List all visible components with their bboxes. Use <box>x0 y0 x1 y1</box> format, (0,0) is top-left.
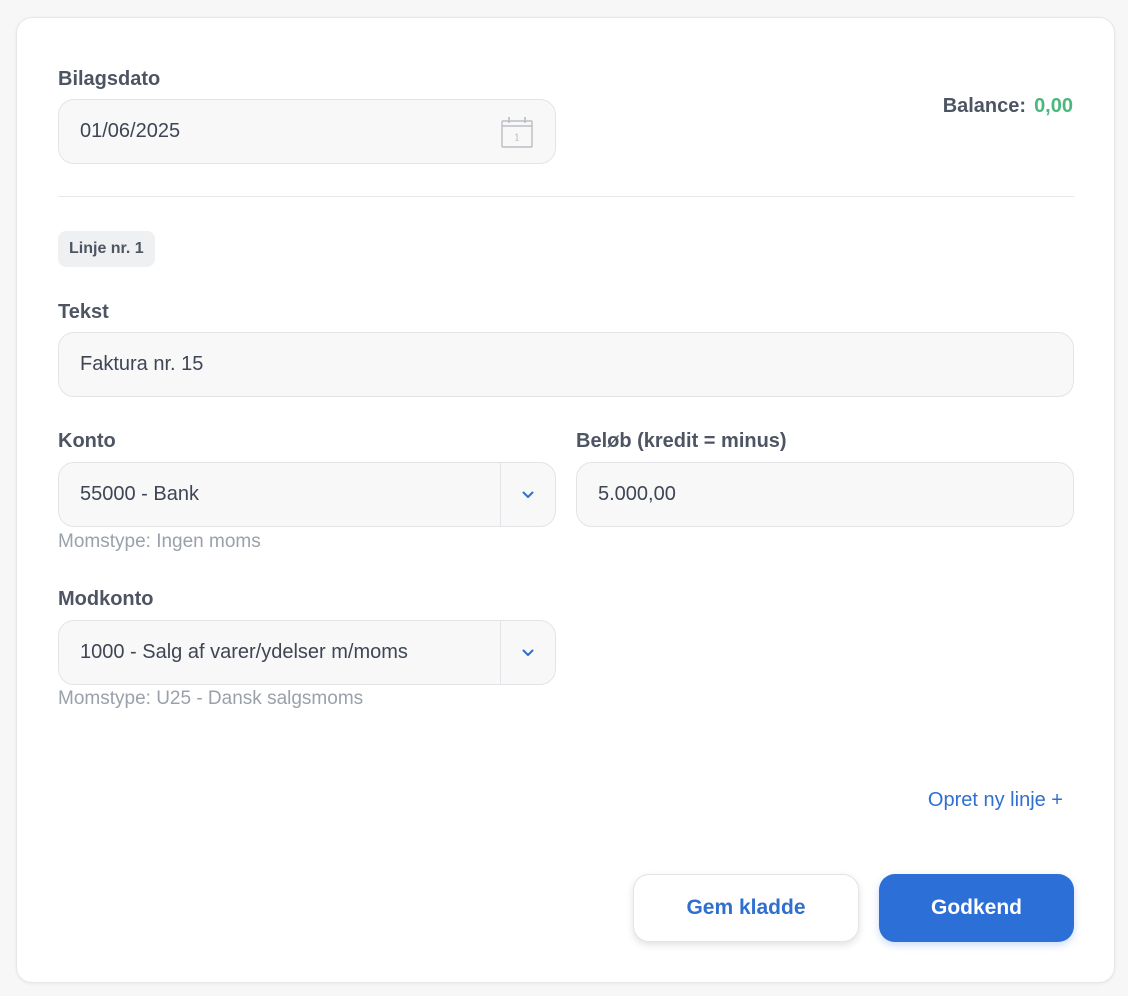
amount-value: 5.000,00 <box>598 483 676 505</box>
account-select[interactable]: 55000 - Bank <box>58 462 556 527</box>
chevron-down-icon <box>522 649 534 656</box>
date-label: Bilagsdato <box>58 68 161 90</box>
counter-account-dropdown-button[interactable] <box>500 621 555 684</box>
amount-input[interactable]: 5.000,00 <box>576 462 1074 527</box>
add-line-link[interactable]: Opret ny linje + <box>928 789 1063 812</box>
approve-button[interactable]: Godkend <box>879 874 1074 942</box>
text-label: Tekst <box>58 301 109 323</box>
text-value: Faktura nr. 15 <box>80 353 204 375</box>
balance-value: 0,00 <box>1034 95 1073 117</box>
account-dropdown-button[interactable] <box>500 463 555 526</box>
save-draft-button[interactable]: Gem kladde <box>633 874 859 942</box>
calendar-icon[interactable]: 1 <box>501 116 533 148</box>
divider <box>58 196 1074 197</box>
account-vat-hint: Momstype: Ingen moms <box>58 531 261 552</box>
text-input[interactable]: Faktura nr. 15 <box>58 332 1074 397</box>
counter-account-label: Modkonto <box>58 588 154 610</box>
counter-account-select[interactable]: 1000 - Salg af varer/ydelser m/moms <box>58 620 556 685</box>
balance: Balance: 0,00 <box>943 95 1073 118</box>
amount-label: Beløb (kredit = minus) <box>576 430 787 452</box>
account-value: 55000 - Bank <box>80 483 199 505</box>
counter-account-vat-hint: Momstype: U25 - Dansk salgsmoms <box>58 688 364 709</box>
date-field[interactable]: 01/06/2025 1 <box>58 99 556 164</box>
chevron-down-icon <box>522 491 534 498</box>
calendar-day: 1 <box>514 133 520 144</box>
line-number-badge: Linje nr. 1 <box>58 231 155 267</box>
voucher-form-card: Bilagsdato 01/06/2025 1 Balance: 0,00 Lin… <box>16 17 1115 983</box>
account-label: Konto <box>58 430 116 452</box>
date-value: 01/06/2025 <box>80 120 181 142</box>
counter-account-value: 1000 - Salg af varer/ydelser m/moms <box>80 641 408 663</box>
balance-label: Balance: <box>942 95 1027 117</box>
